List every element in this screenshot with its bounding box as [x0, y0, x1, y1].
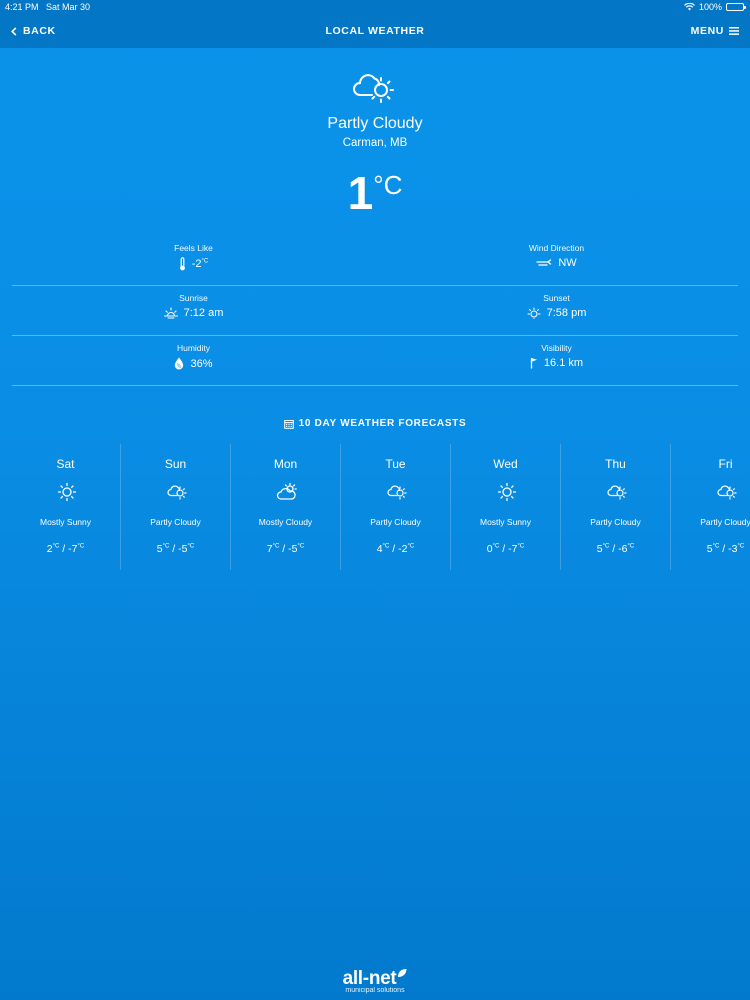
- menu-label: MENU: [690, 25, 724, 37]
- forecast-day-fri: Fri Partly Cloudy 5°C / -3°C: [671, 444, 750, 570]
- forecast-temp-range: 5°C / -5°C: [156, 543, 195, 555]
- status-date: Sat Mar 30: [46, 2, 91, 12]
- forecast-temp-range: 4°C / -2°C: [376, 543, 415, 555]
- forecast-title-text: 10 DAY WEATHER FORECASTS: [298, 418, 467, 429]
- visibility-value: 16.1 km: [543, 357, 584, 369]
- sunset-value: 7:58 pm: [546, 307, 587, 319]
- forecast-day-name: Wed: [493, 457, 518, 471]
- forecast-day-sat: Sat Mostly Sunny 2°C / -7°C: [11, 444, 121, 570]
- nav-bar: BACK LOCAL WEATHER MENU: [0, 14, 750, 48]
- logo-tagline: municipal solutions: [345, 987, 405, 994]
- visibility-cell: Visibility 16.1 km: [375, 336, 738, 385]
- all-net-logo: all-net municipal solutions: [0, 968, 750, 994]
- forecast-day-name: Sat: [56, 457, 75, 471]
- forecast-temp-range: 5°C / -3°C: [706, 543, 745, 555]
- details-row: Feels Like -2°C Wind Direction NW: [12, 236, 738, 286]
- forecast-day-wed: Wed Mostly Sunny 0°C / -7°C: [451, 444, 561, 570]
- sunrise-value: 7:12 am: [183, 307, 224, 319]
- partly-cloudy-icon: [386, 482, 408, 502]
- forecast-temp-range: 7°C / -5°C: [266, 543, 305, 555]
- wind-icon: [536, 258, 552, 268]
- details-row: Sunrise 7:12 am Sunset 7:58 pm: [12, 286, 738, 336]
- wind-direction-label: Wind Direction: [528, 243, 585, 253]
- partly-cloudy-icon: [166, 482, 188, 502]
- partly-cloudy-icon: [352, 68, 398, 108]
- current-temperature: 1°C: [0, 166, 750, 220]
- current-condition: Partly Cloudy: [327, 115, 423, 132]
- svg-text:%: %: [177, 364, 182, 370]
- temperature-unit: °C: [373, 170, 403, 200]
- sunrise-icon: [163, 307, 178, 319]
- calendar-icon: [283, 419, 294, 429]
- feels-like-label: Feels Like: [174, 243, 213, 253]
- thermometer-icon: [179, 257, 186, 271]
- sunny-icon: [496, 482, 518, 502]
- details-grid: Feels Like -2°C Wind Direction NW Sunris…: [12, 236, 738, 386]
- forecast-strip[interactable]: Sat Mostly Sunny 2°C / -7°C Sun Partly Cloud…: [11, 444, 750, 570]
- forecast-title: 10 DAY WEATHER FORECASTS: [0, 418, 750, 429]
- forecast-condition: Partly Cloudy: [700, 517, 750, 527]
- forecast-day-tue: Tue Partly Cloudy 4°C / -2°C: [341, 444, 451, 570]
- forecast-day-thu: Thu Partly Cloudy 5°C / -6°C: [561, 444, 671, 570]
- page-title: LOCAL WEATHER: [325, 25, 425, 37]
- battery-icon: [726, 3, 746, 11]
- forecast-day-sun: Sun Partly Cloudy 5°C / -5°C: [121, 444, 231, 570]
- details-row: Humidity % 36% Visibility 16.1 km: [12, 336, 738, 386]
- feels-like-value: -2°C: [191, 258, 209, 270]
- mostly-cloudy-icon: [276, 482, 298, 502]
- battery-percent: 100%: [698, 2, 722, 12]
- sunny-icon: [56, 482, 78, 502]
- feels-like-cell: Feels Like -2°C: [12, 236, 375, 285]
- status-right: 100%: [684, 0, 746, 14]
- sunset-icon: [527, 307, 541, 319]
- current-location: Carman, MB: [342, 137, 408, 149]
- forecast-temp-range: 2°C / -7°C: [46, 543, 85, 555]
- forecast-temp-range: 0°C / -7°C: [486, 543, 525, 555]
- droplet-icon: %: [174, 357, 184, 370]
- partly-cloudy-icon: [716, 482, 738, 502]
- forecast-day-name: Thu: [605, 457, 626, 471]
- sunset-cell: Sunset 7:58 pm: [375, 286, 738, 335]
- wind-direction-value: NW: [558, 257, 577, 269]
- visibility-label: Visibility: [541, 343, 572, 353]
- humidity-cell: Humidity % 36%: [12, 336, 375, 385]
- forecast-day-name: Sun: [164, 457, 187, 471]
- forecast-temp-range: 5°C / -6°C: [596, 543, 635, 555]
- sunrise-label: Sunrise: [179, 293, 208, 303]
- forecast-day-name: Tue: [385, 457, 406, 471]
- humidity-value: 36%: [190, 357, 213, 370]
- forecast-day-mon: Mon Mostly Cloudy 7°C / -5°C: [231, 444, 341, 570]
- menu-button[interactable]: MENU: [691, 25, 739, 37]
- temperature-value: 1: [347, 167, 374, 219]
- forecast-day-name: Fri: [718, 457, 733, 471]
- leaf-icon: [397, 968, 407, 978]
- status-time: 4:21 PM: [5, 2, 39, 12]
- sunrise-cell: Sunrise 7:12 am: [12, 286, 375, 335]
- hamburger-icon: [729, 27, 739, 35]
- wind-direction-cell: Wind Direction NW: [375, 236, 738, 285]
- flag-icon: [530, 357, 538, 369]
- humidity-label: Humidity: [176, 343, 211, 353]
- status-bar: 4:21 PM Sat Mar 30 100%: [0, 0, 750, 14]
- sunset-label: Sunset: [543, 293, 570, 303]
- partly-cloudy-icon: [606, 482, 628, 502]
- forecast-day-name: Mon: [273, 457, 298, 471]
- wifi-icon: [684, 3, 695, 11]
